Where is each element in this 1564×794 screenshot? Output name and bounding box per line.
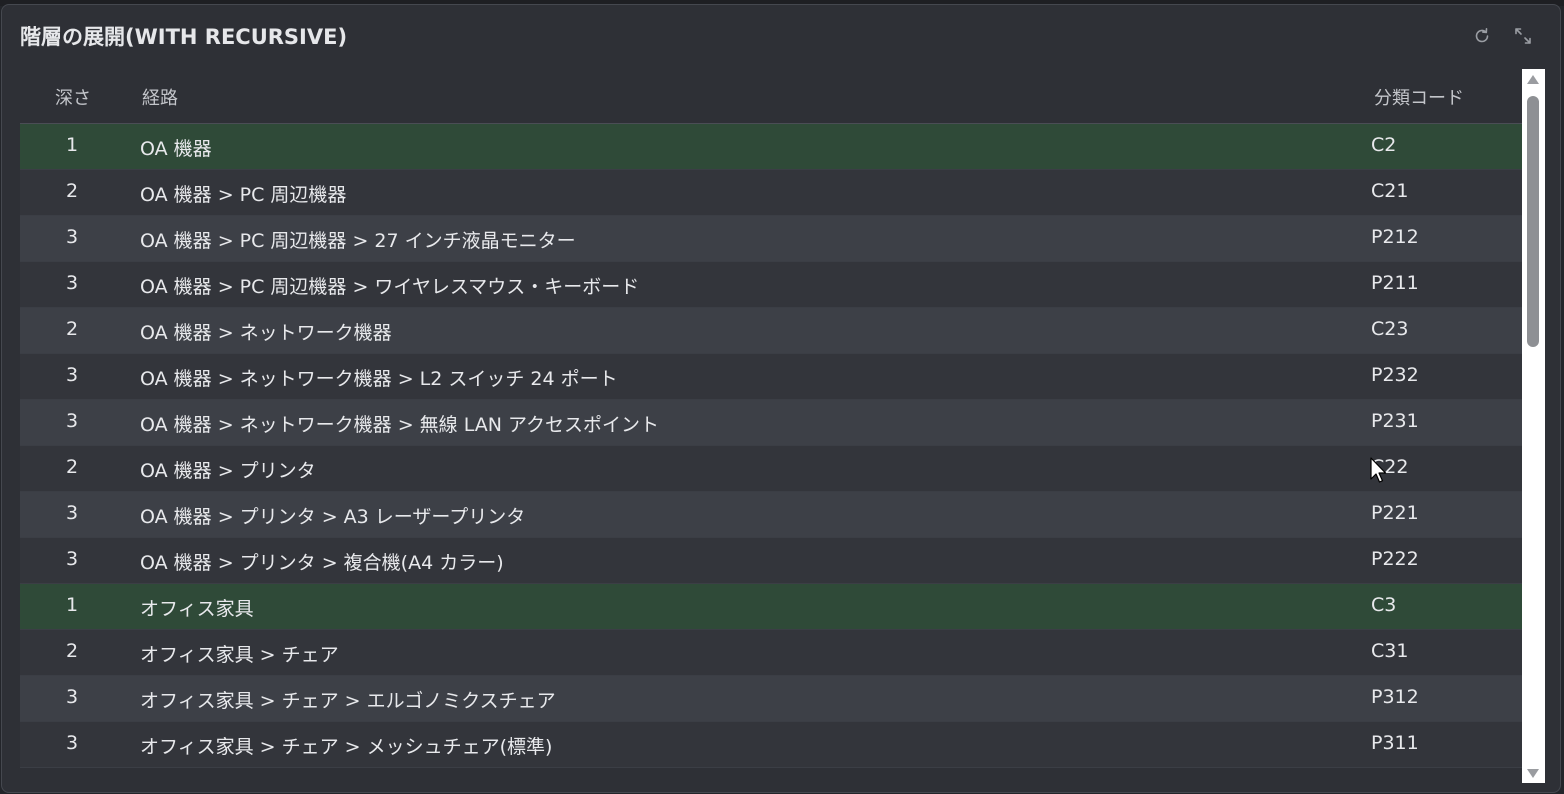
- cell-code: P222: [1371, 548, 1419, 570]
- cell-code: P312: [1371, 686, 1419, 708]
- vertical-scrollbar[interactable]: [1522, 69, 1545, 783]
- table-row[interactable]: 3 OA 機器 > ネットワーク機器 > L2 スイッチ 24 ポート P232: [20, 354, 1522, 400]
- cell-path: オフィス家具: [140, 598, 254, 620]
- table-row[interactable]: 3 オフィス家具 > チェア > エルゴノミクスチェア P312: [20, 676, 1522, 722]
- table-row[interactable]: 3 OA 機器 > ネットワーク機器 > 無線 LAN アクセスポイント P231: [20, 400, 1522, 446]
- table-row[interactable]: 2 OA 機器 > PC 周辺機器 C21: [20, 170, 1522, 216]
- cell-code: C31: [1371, 640, 1409, 662]
- cell-path: OA 機器: [140, 138, 212, 160]
- table-row[interactable]: 3 OA 機器 > プリンタ > 複合機(A4 カラー) P222: [20, 538, 1522, 584]
- cell-code: C23: [1371, 318, 1409, 340]
- cell-path: OA 機器 > ネットワーク機器: [140, 322, 392, 344]
- cell-path: OA 機器 > プリンタ: [140, 460, 316, 482]
- cell-depth: 3: [66, 686, 79, 708]
- cell-code: P311: [1371, 732, 1419, 754]
- title-bar: 階層の展開(WITH RECURSIVE): [2, 5, 1560, 61]
- table-row[interactable]: 2 OA 機器 > ネットワーク機器 C23: [20, 308, 1522, 354]
- cell-path: OA 機器 > PC 周辺機器: [140, 184, 347, 206]
- result-window: 階層の展開(WITH RECURSIVE) 深さ 経路 分類コード 1 OA 機器…: [1, 4, 1561, 793]
- column-header-path[interactable]: 経路: [142, 84, 178, 110]
- cell-code: C3: [1371, 594, 1397, 616]
- cell-depth: 2: [66, 180, 79, 202]
- window-title: 階層の展開(WITH RECURSIVE): [20, 25, 348, 49]
- cell-depth: 3: [66, 410, 79, 432]
- cell-depth: 3: [66, 548, 79, 570]
- cell-path: OA 機器 > ネットワーク機器 > L2 スイッチ 24 ポート: [140, 368, 618, 390]
- scrollbar-thumb[interactable]: [1527, 96, 1539, 347]
- scroll-up-arrow-icon[interactable]: [1527, 75, 1539, 84]
- column-header-depth[interactable]: 深さ: [55, 84, 91, 110]
- cell-depth: 3: [66, 364, 79, 386]
- table-row[interactable]: 1 オフィス家具 C3: [20, 584, 1522, 630]
- cell-code: C21: [1371, 180, 1409, 202]
- cell-path: オフィス家具 > チェア > エルゴノミクスチェア: [140, 690, 556, 712]
- mouse-cursor-icon: [1370, 457, 1387, 483]
- table-row[interactable]: 1 OA 機器 C2: [20, 124, 1522, 170]
- cell-path: OA 機器 > ネットワーク機器 > 無線 LAN アクセスポイント: [140, 414, 660, 436]
- cell-path: OA 機器 > PC 周辺機器 > ワイヤレスマウス・キーボード: [140, 276, 640, 298]
- cell-depth: 1: [66, 594, 79, 616]
- table-row[interactable]: 2 OA 機器 > プリンタ C22: [20, 446, 1522, 492]
- table-row[interactable]: 3 オフィス家具 > チェア > メッシュチェア(標準) P311: [20, 722, 1522, 768]
- table-row[interactable]: 3 OA 機器 > PC 周辺機器 > 27 インチ液晶モニター P212: [20, 216, 1522, 262]
- cell-depth: 2: [66, 640, 79, 662]
- refresh-icon: [1475, 28, 1489, 43]
- cell-path: オフィス家具 > チェア: [140, 644, 339, 666]
- cell-path: OA 機器 > PC 周辺機器 > 27 インチ液晶モニター: [140, 230, 576, 252]
- cell-depth: 3: [66, 732, 79, 754]
- cell-code: C2: [1371, 134, 1397, 156]
- cell-path: OA 機器 > プリンタ > 複合機(A4 カラー): [140, 552, 504, 574]
- table-row[interactable]: 3 OA 機器 > PC 周辺機器 > ワイヤレスマウス・キーボード P211: [20, 262, 1522, 308]
- cell-code: P231: [1371, 410, 1419, 432]
- table-row[interactable]: 2 オフィス家具 > チェア C31: [20, 630, 1522, 676]
- cell-depth: 2: [66, 318, 79, 340]
- cell-code: P212: [1371, 226, 1419, 248]
- cell-depth: 3: [66, 226, 79, 248]
- cell-depth: 3: [66, 272, 79, 294]
- cell-path: OA 機器 > プリンタ > A3 レーザープリンタ: [140, 506, 526, 528]
- cell-code: P211: [1371, 272, 1419, 294]
- cell-code: P232: [1371, 364, 1419, 386]
- cell-depth: 1: [66, 134, 79, 156]
- table-header: 深さ 経路 分類コード: [20, 70, 1522, 124]
- table-body: 1 OA 機器 C2 2 OA 機器 > PC 周辺機器 C21 3 OA 機器 > PC 周…: [20, 124, 1522, 768]
- result-table: 深さ 経路 分類コード 1 OA 機器 C2 2 OA 機器 > PC 周辺機器 C21 3…: [20, 70, 1522, 768]
- cell-path: オフィス家具 > チェア > メッシュチェア(標準): [140, 736, 553, 758]
- refresh-button[interactable]: [1470, 24, 1494, 48]
- table-row[interactable]: 3 OA 機器 > プリンタ > A3 レーザープリンタ P221: [20, 492, 1522, 538]
- cell-depth: 3: [66, 502, 79, 524]
- cell-depth: 2: [66, 456, 79, 478]
- scroll-down-arrow-icon[interactable]: [1527, 769, 1539, 778]
- expand-icon: [1515, 28, 1531, 44]
- expand-button[interactable]: [1511, 24, 1535, 48]
- cell-code: P221: [1371, 502, 1419, 524]
- column-header-code[interactable]: 分類コード: [1374, 84, 1464, 110]
